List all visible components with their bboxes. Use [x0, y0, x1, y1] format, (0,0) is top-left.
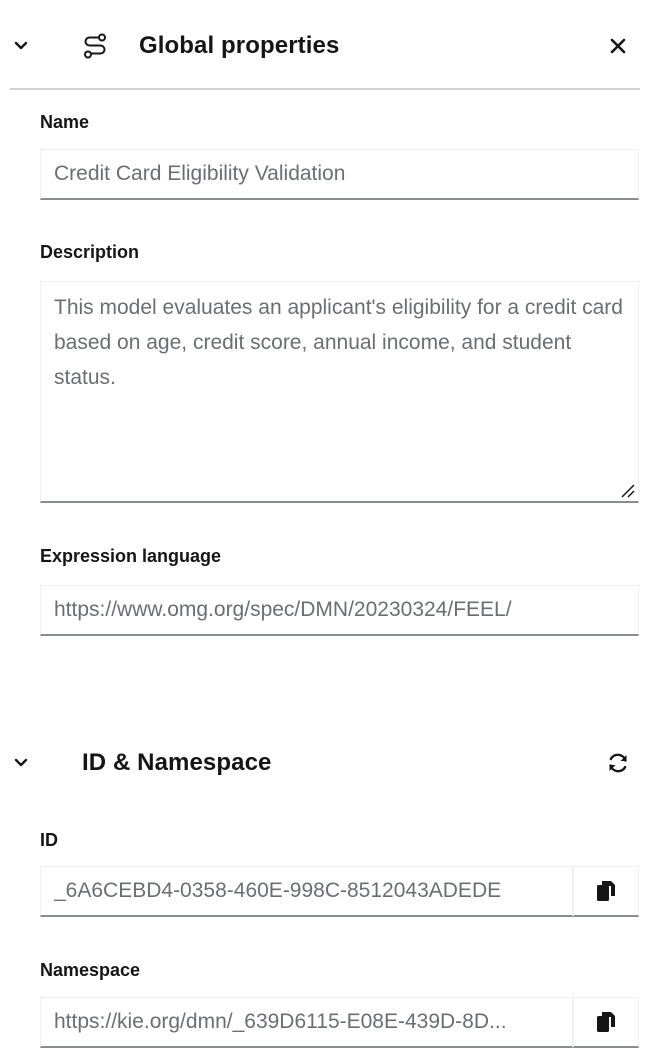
name-label: Name — [40, 112, 90, 132]
copy-icon — [597, 1012, 615, 1032]
namespace-label: Namespace — [40, 960, 141, 980]
resize-handle-icon[interactable] — [618, 481, 636, 499]
close-icon[interactable] — [604, 32, 632, 60]
refresh-icon[interactable] — [603, 748, 633, 778]
route-icon — [80, 31, 110, 61]
copy-icon — [597, 881, 615, 901]
global-properties-header: Global properties — [0, 18, 656, 74]
description-label: Description — [40, 242, 140, 262]
properties-panel: Global properties Name Description This … — [0, 0, 656, 1062]
name-input[interactable] — [40, 149, 639, 200]
description-textarea[interactable]: This model evaluates an applicant's elig… — [40, 281, 639, 503]
namespace-input[interactable] — [40, 997, 573, 1048]
header-divider — [10, 88, 640, 90]
id-label: ID — [40, 830, 58, 850]
id-input[interactable] — [40, 866, 573, 917]
expression-language-label: Expression language — [40, 546, 222, 566]
chevron-down-icon[interactable] — [12, 37, 30, 55]
global-properties-title: Global properties — [139, 32, 340, 59]
id-namespace-header: ID & Namespace — [0, 735, 656, 791]
copy-id-button[interactable] — [573, 866, 639, 917]
id-namespace-title: ID & Namespace — [82, 749, 272, 776]
chevron-down-icon[interactable] — [12, 754, 30, 772]
expression-language-input[interactable] — [40, 585, 639, 636]
copy-namespace-button[interactable] — [573, 997, 639, 1048]
